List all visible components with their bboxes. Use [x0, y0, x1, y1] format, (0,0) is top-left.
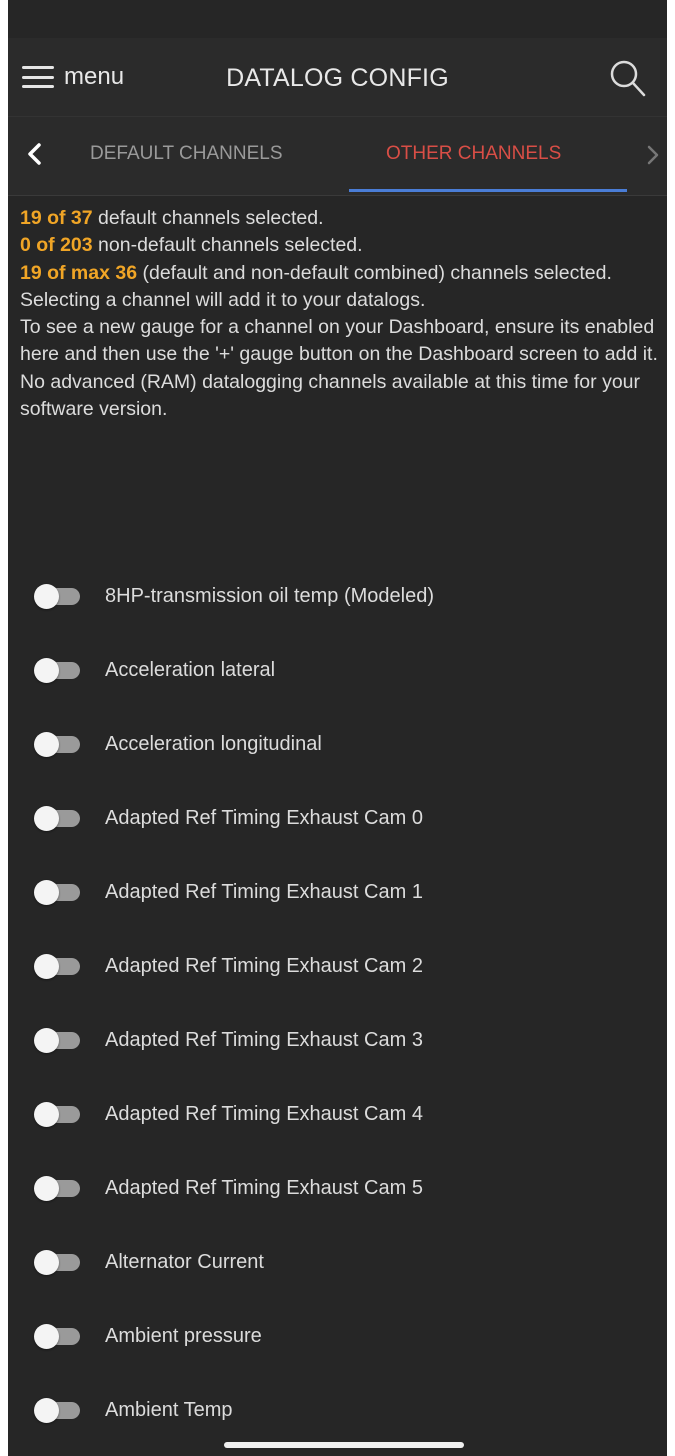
channel-toggle[interactable] [34, 1324, 80, 1350]
channel-row[interactable]: Acceleration lateral [8, 634, 667, 708]
info-line-datalogs: Selecting a channel will add it to your … [20, 288, 426, 311]
chevron-right-icon[interactable] [643, 141, 663, 169]
channel-label: Acceleration lateral [105, 659, 276, 681]
channel-row[interactable]: Adapted Ref Timing Exhaust Cam 0 [8, 782, 667, 856]
top-bar: menu DATALOG CONFIG [8, 38, 667, 116]
channel-row[interactable]: Alternator Current [8, 1226, 667, 1300]
channel-label: Adapted Ref Timing Exhaust Cam 3 [105, 1029, 423, 1051]
channel-toggle[interactable] [34, 880, 80, 906]
channel-label: Acceleration longitudinal [105, 733, 322, 755]
default-count-line: 19 of 37 default channels selected. [20, 207, 324, 229]
combined-count-line: 19 of max 36 (default and non-default co… [20, 261, 612, 284]
channel-toggle[interactable] [34, 658, 80, 684]
channel-label: Ambient Temp [105, 1399, 233, 1421]
info-line-dashboard: To see a new gauge for a channel on your… [20, 316, 658, 366]
default-count: 19 of 37 [20, 207, 93, 229]
channel-toggle[interactable] [34, 1250, 80, 1276]
active-tab-indicator [349, 189, 627, 192]
channel-row[interactable]: Adapted Ref Timing Exhaust Cam 4 [8, 1078, 667, 1152]
channel-row[interactable]: Adapted Ref Timing Exhaust Cam 2 [8, 930, 667, 1004]
channel-row[interactable]: Adapted Ref Timing Exhaust Cam 5 [8, 1152, 667, 1226]
channel-row[interactable]: Adapted Ref Timing Exhaust Cam 3 [8, 1004, 667, 1078]
non-default-count-line: 0 of 203 non-default channels selected. [20, 234, 363, 257]
channel-list: 8HP-transmission oil temp (Modeled) Acce… [8, 560, 667, 1448]
channel-toggle[interactable] [34, 1398, 80, 1424]
tab-default-channels[interactable]: DEFAULT CHANNELS [90, 143, 283, 165]
channel-toggle[interactable] [34, 806, 80, 832]
info-line-advanced: No advanced (RAM) datalogging channels a… [20, 370, 641, 421]
channel-label: Adapted Ref Timing Exhaust Cam 0 [105, 807, 423, 829]
chevron-left-icon[interactable] [22, 139, 46, 169]
app-screen: menu DATALOG CONFIG DEFAULT CHANNELS OTH… [8, 0, 667, 1456]
channel-label: Adapted Ref Timing Exhaust Cam 2 [105, 955, 423, 977]
channel-row[interactable]: Acceleration longitudinal [8, 708, 667, 782]
tab-other-channels[interactable]: OTHER CHANNELS [386, 143, 561, 165]
home-indicator[interactable] [224, 1442, 464, 1448]
channel-row[interactable]: Adapted Ref Timing Exhaust Cam 1 [8, 856, 667, 930]
tab-bar: DEFAULT CHANNELS OTHER CHANNELS [8, 116, 667, 196]
combined-count: 19 of max 36 [20, 261, 138, 284]
channel-row[interactable]: Ambient pressure [8, 1300, 667, 1374]
channel-label: Adapted Ref Timing Exhaust Cam 5 [105, 1177, 423, 1199]
channel-toggle[interactable] [34, 732, 80, 758]
channel-row[interactable]: Ambient Temp [8, 1374, 667, 1448]
channel-label: Alternator Current [105, 1251, 264, 1273]
channel-toggle[interactable] [34, 584, 80, 610]
channel-row[interactable]: 8HP-transmission oil temp (Modeled) [8, 560, 667, 634]
channel-label: Adapted Ref Timing Exhaust Cam 4 [105, 1103, 423, 1125]
search-icon[interactable] [607, 58, 647, 98]
channel-label: Ambient pressure [105, 1325, 262, 1347]
channel-label: 8HP-transmission oil temp (Modeled) [105, 585, 435, 607]
channel-label: Adapted Ref Timing Exhaust Cam 1 [105, 881, 423, 903]
channel-toggle[interactable] [34, 954, 80, 980]
channel-toggle[interactable] [34, 1176, 80, 1202]
channel-info: 19 of 37 default channels selected. 0 of… [20, 205, 660, 423]
channel-toggle[interactable] [34, 1028, 80, 1054]
non-default-count: 0 of 203 [20, 234, 93, 257]
page-title: DATALOG CONFIG [226, 64, 449, 92]
channel-toggle[interactable] [34, 1102, 80, 1128]
